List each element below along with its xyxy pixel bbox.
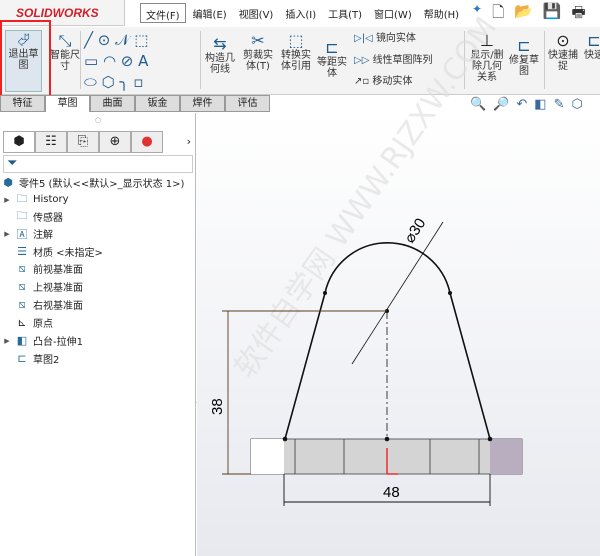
height-dimension[interactable]: 38 <box>209 398 226 415</box>
diameter-dimension[interactable]: ⌀30 <box>401 215 429 246</box>
watermark: 软件自学网 WWW.RJZXW.COM <box>228 11 504 385</box>
base-face-light <box>251 439 284 474</box>
base-face-shaded <box>490 439 522 474</box>
sketch-drawing: 软件自学网 WWW.RJZXW.COM ⌀30 38 48 <box>209 11 523 506</box>
width-dimension[interactable]: 48 <box>383 484 400 501</box>
